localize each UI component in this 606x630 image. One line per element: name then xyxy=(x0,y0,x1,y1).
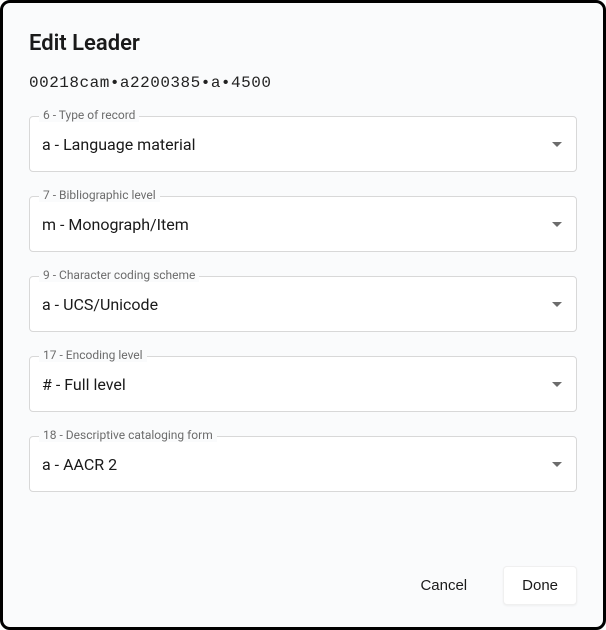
edit-leader-dialog: Edit Leader 00218cam•a2200385•a•4500 6 -… xyxy=(0,0,606,630)
chevron-down-icon xyxy=(552,302,562,307)
chevron-down-icon xyxy=(552,462,562,467)
dialog-footer: Cancel Done xyxy=(29,566,577,605)
field-label: 17 - Encoding level xyxy=(39,348,147,362)
done-button[interactable]: Done xyxy=(503,566,577,605)
select-value: a - AACR 2 xyxy=(42,455,117,474)
select-encoding-level[interactable]: # - Full level xyxy=(29,356,577,412)
field-label: 6 - Type of record xyxy=(39,108,139,122)
select-type-of-record[interactable]: a - Language material xyxy=(29,116,577,172)
select-bibliographic-level[interactable]: m - Monograph/Item xyxy=(29,196,577,252)
cancel-button[interactable]: Cancel xyxy=(402,567,485,604)
chevron-down-icon xyxy=(552,142,562,147)
select-value: # - Full level xyxy=(42,375,126,394)
field-label: 7 - Bibliographic level xyxy=(39,188,160,202)
chevron-down-icon xyxy=(552,222,562,227)
select-character-coding-scheme[interactable]: a - UCS/Unicode xyxy=(29,276,577,332)
field-character-coding-scheme: 9 - Character coding scheme a - UCS/Unic… xyxy=(29,276,577,332)
fields-container: 6 - Type of record a - Language material… xyxy=(29,116,577,546)
field-bibliographic-level: 7 - Bibliographic level m - Monograph/It… xyxy=(29,196,577,252)
field-label: 9 - Character coding scheme xyxy=(39,268,199,282)
dialog-title: Edit Leader xyxy=(29,31,577,56)
chevron-down-icon xyxy=(552,382,562,387)
select-value: a - Language material xyxy=(42,135,196,154)
select-value: a - UCS/Unicode xyxy=(42,295,158,314)
field-type-of-record: 6 - Type of record a - Language material xyxy=(29,116,577,172)
field-encoding-level: 17 - Encoding level # - Full level xyxy=(29,356,577,412)
field-label: 18 - Descriptive cataloging form xyxy=(39,428,217,442)
leader-string: 00218cam•a2200385•a•4500 xyxy=(29,74,577,92)
field-descriptive-cataloging-form: 18 - Descriptive cataloging form a - AAC… xyxy=(29,436,577,492)
select-descriptive-cataloging-form[interactable]: a - AACR 2 xyxy=(29,436,577,492)
select-value: m - Monograph/Item xyxy=(42,215,189,234)
